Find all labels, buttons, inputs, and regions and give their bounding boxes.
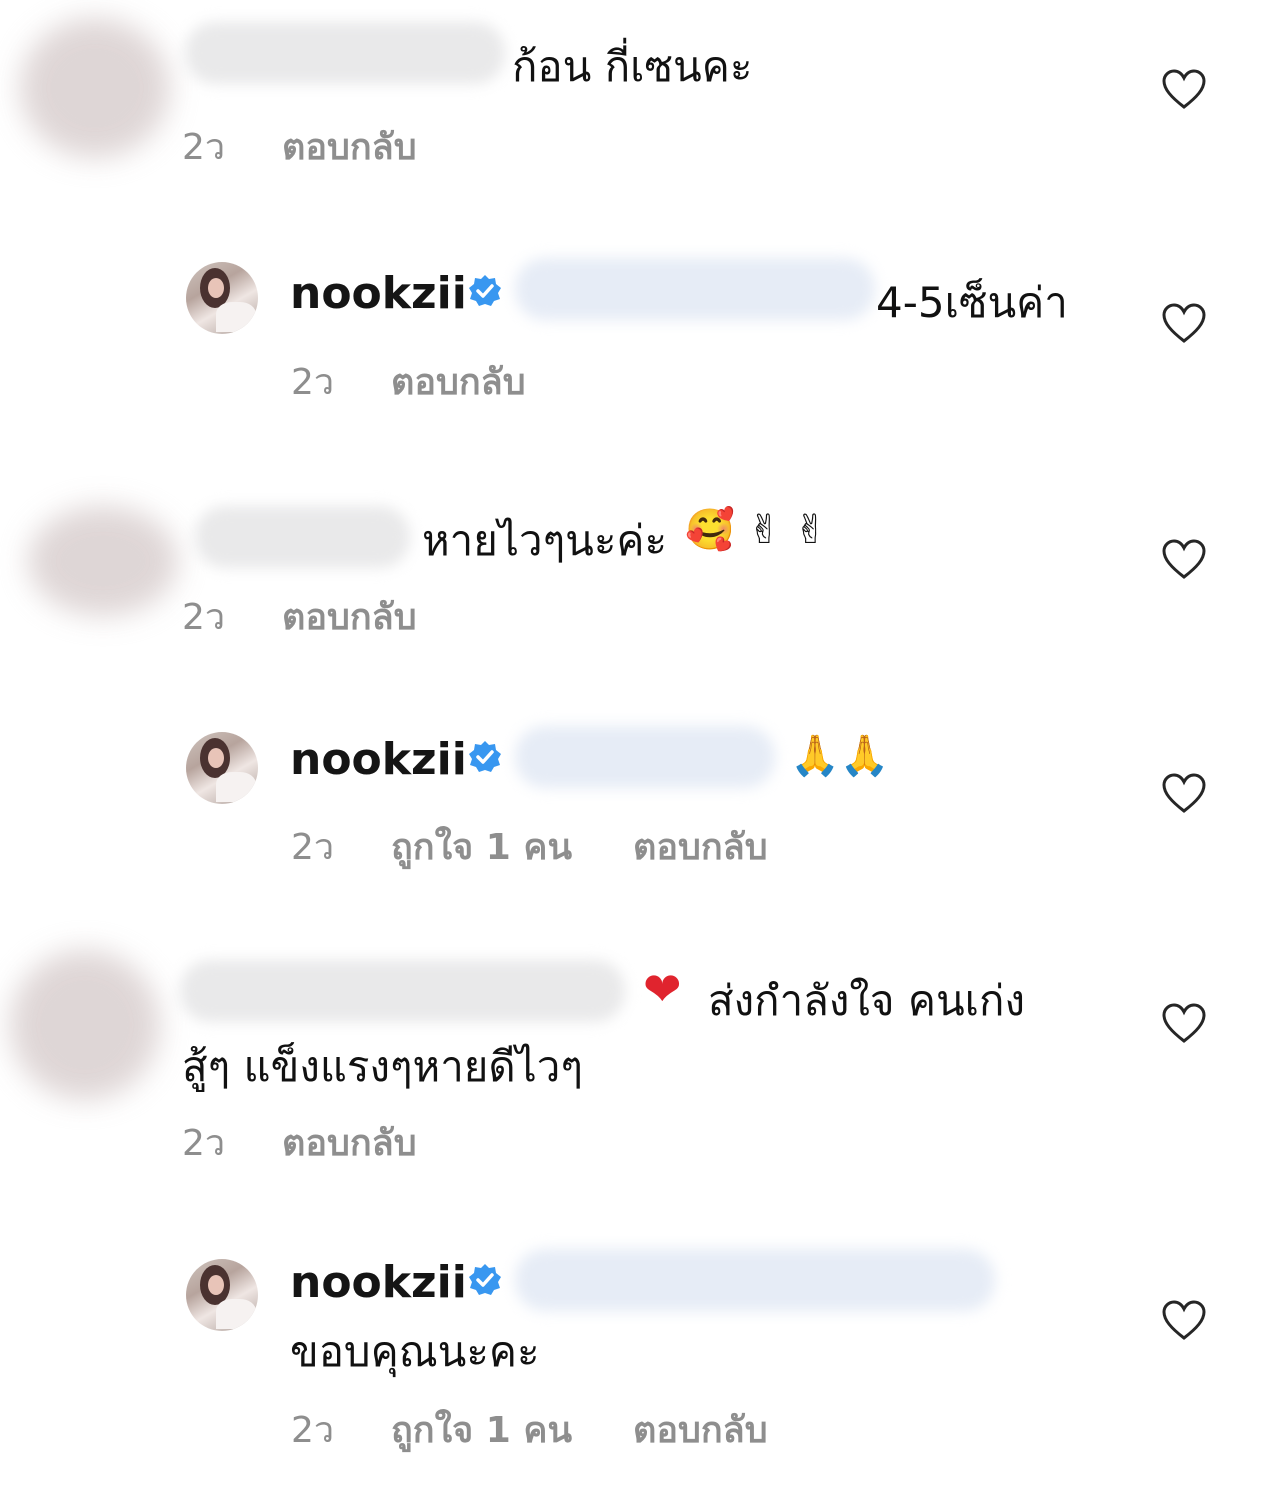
reply-button[interactable]: ตอบกลับ bbox=[633, 1401, 768, 1458]
avatar[interactable] bbox=[186, 1259, 258, 1331]
comment-time: 2ว bbox=[182, 127, 226, 168]
reply-button[interactable]: ตอบกลับ bbox=[282, 1114, 417, 1171]
blurred-username bbox=[180, 960, 625, 1022]
comment-1: ก้อน กี่เซนคะ 2ว ตอบกลับ bbox=[0, 0, 1280, 190]
reply-button[interactable]: ตอบกลับ bbox=[391, 353, 526, 410]
heart-icon[interactable] bbox=[1161, 68, 1207, 110]
blurred-mention bbox=[515, 1249, 995, 1311]
comment-time: 2ว bbox=[291, 1410, 335, 1451]
username[interactable]: nookzii bbox=[290, 1257, 467, 1308]
comment-time: 2ว bbox=[291, 827, 335, 868]
verified-badge-icon bbox=[469, 275, 501, 306]
verified-badge-icon bbox=[469, 741, 501, 772]
verified-badge-icon bbox=[469, 1264, 501, 1295]
comment-text: ก้อน กี่เซนคะ bbox=[512, 42, 753, 91]
heart-icon[interactable] bbox=[1161, 538, 1207, 580]
comment-4: nookzii 🙏🙏 2ว ถูกใจ 1 คน ตอบกลับ bbox=[0, 710, 1280, 890]
comment-text: ขอบคุณนะคะ bbox=[290, 1327, 540, 1376]
username[interactable]: nookzii bbox=[290, 268, 467, 319]
heart-icon[interactable] bbox=[1161, 772, 1207, 814]
blurred-mention bbox=[515, 258, 875, 320]
heart-emoji: ❤ bbox=[643, 962, 682, 1016]
avatar[interactable] bbox=[186, 262, 258, 334]
comment-text: 4-5เซ็นค่า bbox=[876, 278, 1068, 327]
blurred-mention bbox=[515, 726, 775, 788]
blurred-avatar bbox=[10, 950, 160, 1100]
heart-icon[interactable] bbox=[1161, 1299, 1207, 1341]
likes-count[interactable]: ถูกใจ 1 คน bbox=[391, 1401, 572, 1458]
blurred-avatar bbox=[28, 506, 178, 616]
reply-button[interactable]: ตอบกลับ bbox=[282, 118, 417, 175]
emoji: 🥰 ✌ ✌ bbox=[685, 507, 828, 553]
blurred-avatar bbox=[20, 18, 170, 158]
username[interactable]: nookzii bbox=[290, 734, 467, 785]
emoji: 🙏🙏 bbox=[790, 733, 890, 779]
reply-button[interactable]: ตอบกลับ bbox=[633, 818, 768, 875]
comment-time: 2ว bbox=[182, 597, 226, 638]
comment-text-line-1: ส่งกำลังใจ คนเก่ง bbox=[708, 976, 1025, 1025]
reply-button[interactable]: ตอบกลับ bbox=[282, 588, 417, 645]
blurred-username bbox=[185, 22, 505, 84]
comment-6: nookzii ขอบคุณนะคะ 2ว ถูกใจ 1 คน ตอบกลับ bbox=[0, 1235, 1280, 1475]
heart-icon[interactable] bbox=[1161, 1002, 1207, 1044]
avatar[interactable] bbox=[186, 732, 258, 804]
comment-3: หายไวๆนะค่ะ 🥰 ✌ ✌ 2ว ตอบกลับ bbox=[0, 470, 1280, 660]
comment-5: ❤ ส่งกำลังใจ คนเก่ง สู้ๆ แข็งแรงๆหายดีไว… bbox=[0, 930, 1280, 1170]
comment-text: หายไวๆนะค่ะ bbox=[422, 516, 668, 565]
likes-count[interactable]: ถูกใจ 1 คน bbox=[391, 818, 572, 875]
comment-time: 2ว bbox=[291, 362, 335, 403]
comment-time: 2ว bbox=[182, 1123, 226, 1164]
comment-text-line-2: สู้ๆ แข็งแรงๆหายดีไวๆ bbox=[182, 1042, 583, 1091]
comment-2: nookzii 4-5เซ็นค่า 2ว ตอบกลับ bbox=[0, 240, 1280, 420]
heart-icon[interactable] bbox=[1161, 302, 1207, 344]
blurred-username bbox=[195, 506, 410, 568]
